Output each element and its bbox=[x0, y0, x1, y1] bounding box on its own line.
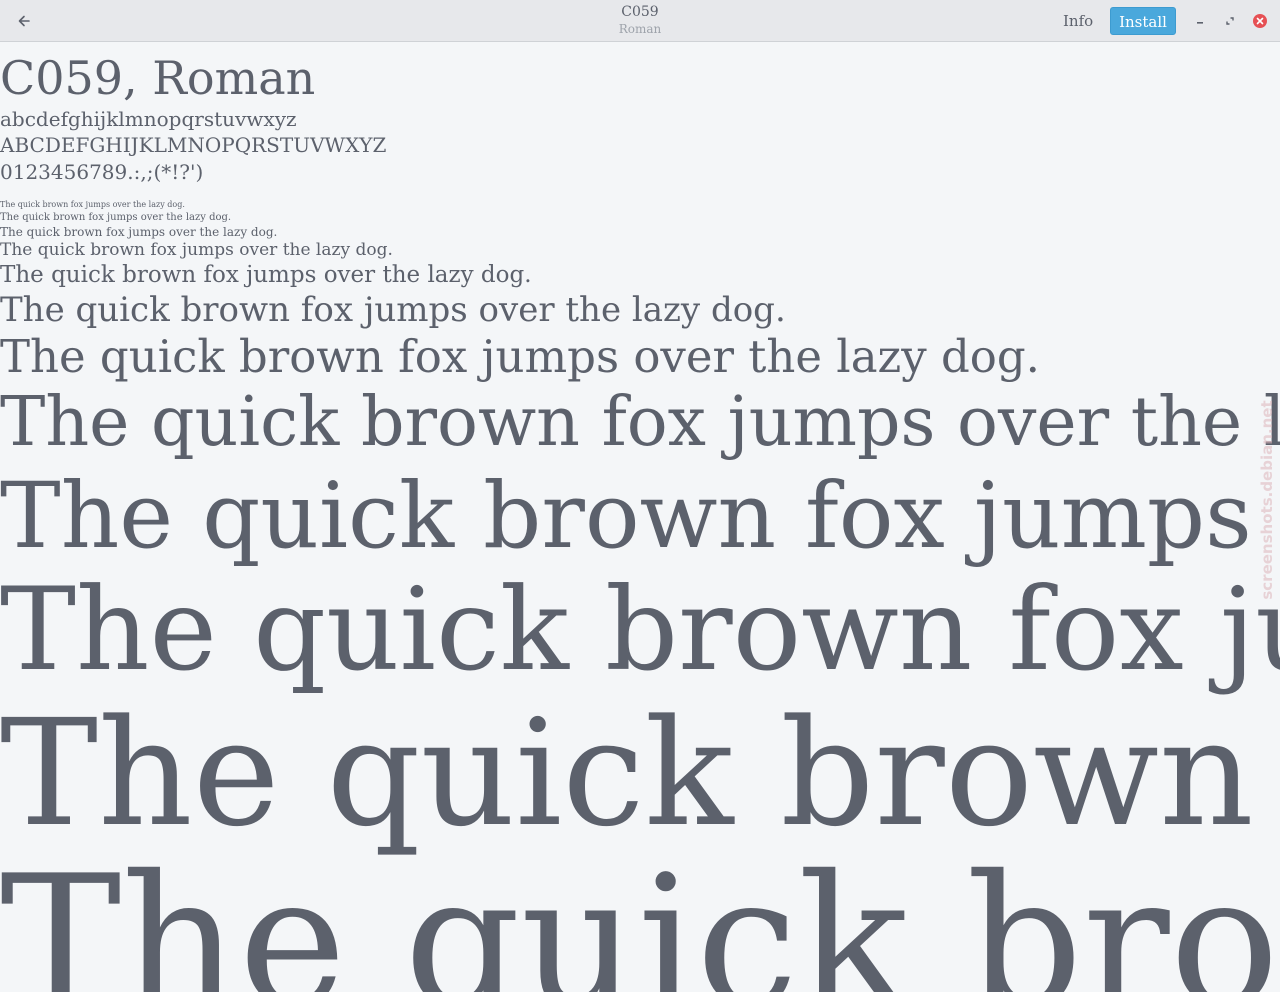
sample-line-10: The quick brown fox jumps over the lazy … bbox=[0, 212, 232, 223]
arrow-left-icon bbox=[18, 15, 30, 27]
info-button[interactable]: Info bbox=[1055, 7, 1101, 35]
sample-line-128: The quick brown fox jumps over the lazy … bbox=[0, 836, 1280, 992]
maximize-button[interactable] bbox=[1221, 12, 1239, 30]
sample-line-24: The quick brown fox jumps over the lazy … bbox=[0, 290, 786, 330]
sample-line-48: The quick brown fox jumps over the lazy … bbox=[0, 383, 1280, 462]
sample-line-96: The quick brown fox jumps over the lazy … bbox=[0, 688, 1280, 859]
uppercase-alphabet: ABCDEFGHIJKLMNOPQRSTUVWXYZ bbox=[0, 133, 387, 157]
back-button[interactable] bbox=[10, 7, 38, 35]
sample-line-8: The quick brown fox jumps over the lazy … bbox=[0, 200, 185, 209]
minimize-button[interactable] bbox=[1191, 12, 1209, 30]
sample-line-64: The quick brown fox jumps over the lazy … bbox=[0, 464, 1280, 569]
close-icon bbox=[1253, 14, 1267, 28]
sample-line-72: The quick brown fox jumps over the lazy … bbox=[0, 563, 1280, 696]
header-bar: C059 Roman Info Install bbox=[0, 0, 1280, 42]
sample-line-20: The quick brown fox jumps over the lazy … bbox=[0, 262, 532, 288]
digits-punctuation: 0123456789.:,;(*!?') bbox=[0, 160, 204, 184]
minimize-icon bbox=[1197, 22, 1203, 24]
close-button[interactable] bbox=[1251, 12, 1269, 30]
sample-line-12: The quick brown fox jumps over the lazy … bbox=[0, 225, 278, 239]
sample-line-32: The quick brown fox jumps over the lazy … bbox=[0, 330, 1040, 383]
lowercase-alphabet: abcdefghijklmnopqrstuvwxyz bbox=[0, 107, 297, 131]
font-preview: C059, Roman abcdefghijklmnopqrstuvwxyz A… bbox=[0, 43, 1280, 992]
install-button[interactable]: Install bbox=[1110, 7, 1176, 35]
sample-line-16: The quick brown fox jumps over the lazy … bbox=[0, 240, 393, 260]
font-name-heading: C059, Roman bbox=[0, 51, 316, 105]
maximize-icon bbox=[1226, 17, 1234, 25]
